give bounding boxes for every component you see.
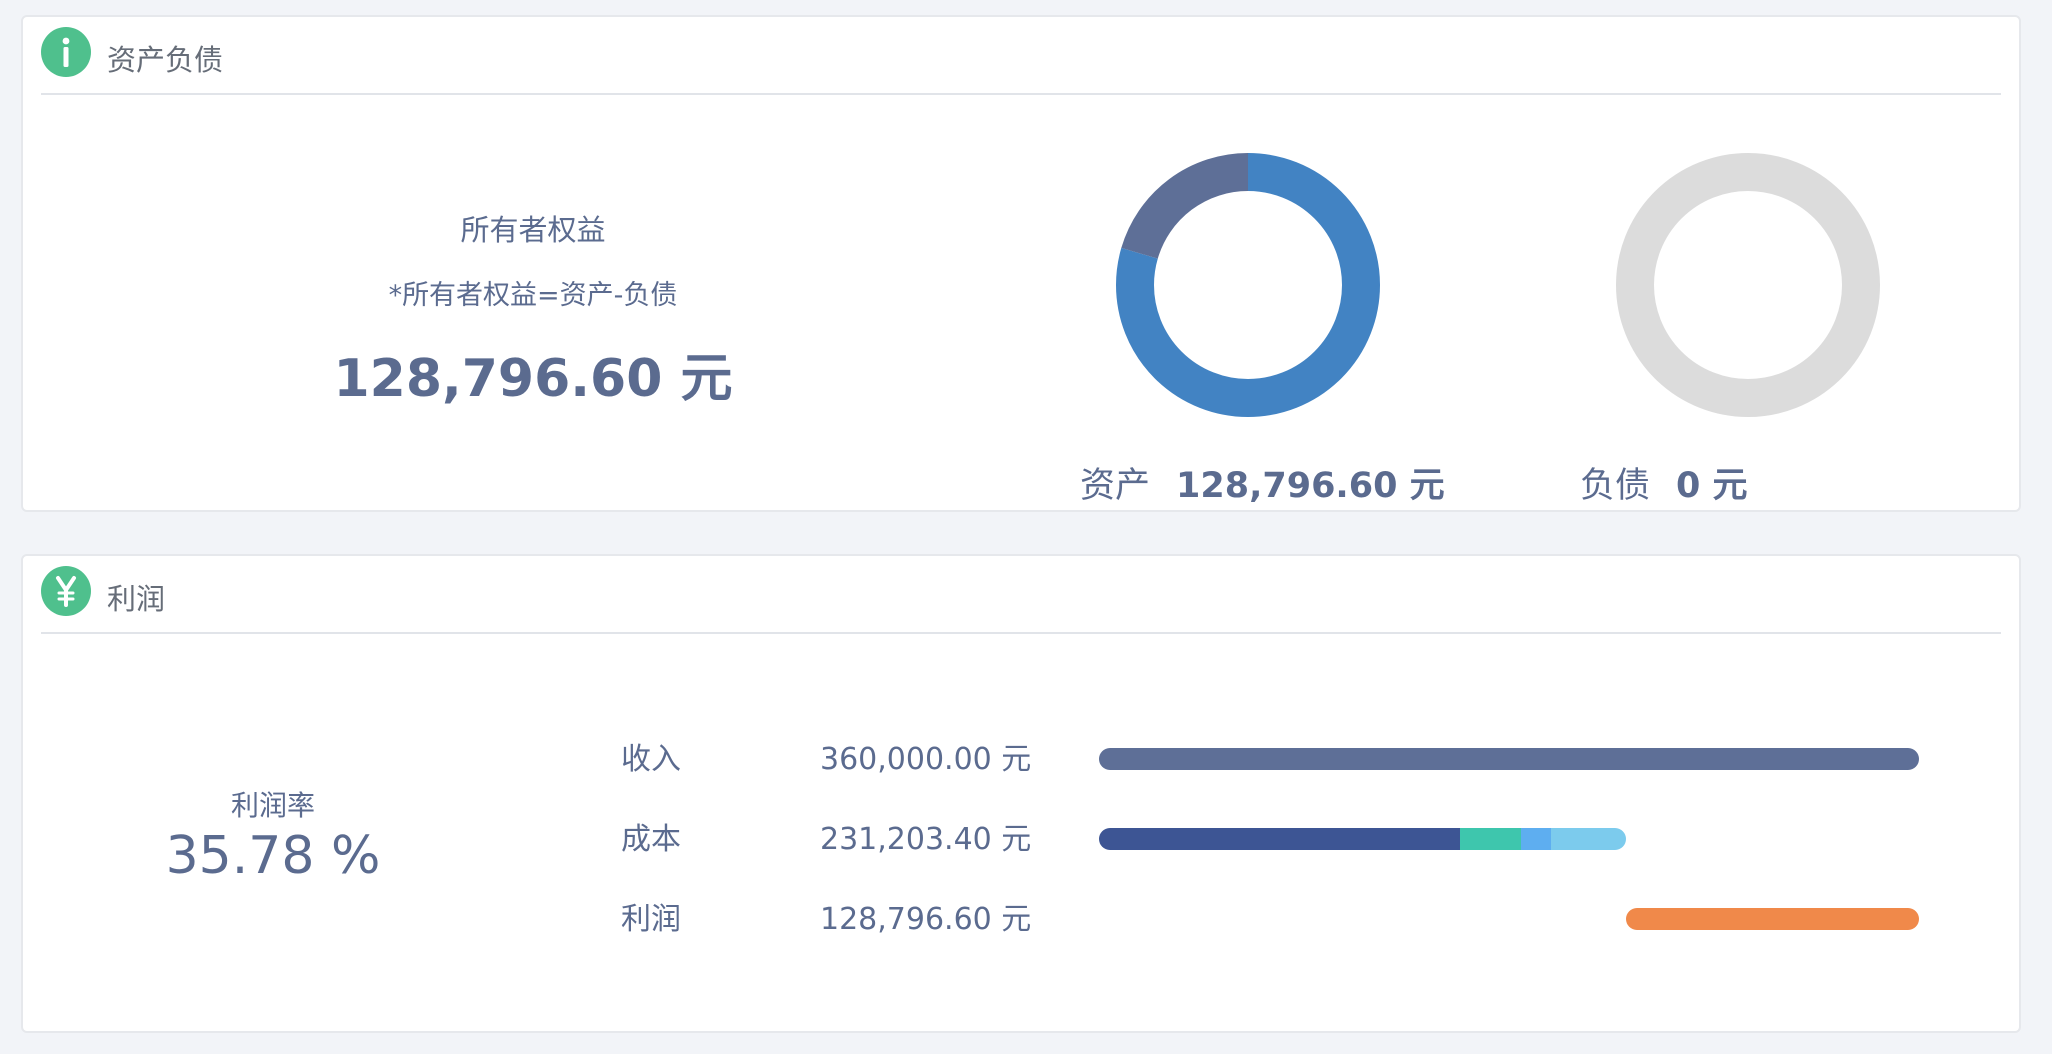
cost-bar-segment-1 [1459, 828, 1521, 850]
equity-block: 所有者权益 *所有者权益=资产-负债 128,796.60 元 [273, 207, 793, 411]
liabilities-value: 0 元 [1676, 466, 1748, 506]
cost-bar [1099, 828, 1919, 850]
profit-panel-header: 利润 [41, 556, 2001, 634]
cost-value: 231,203.40 元 [820, 822, 1032, 857]
equity-formula: *所有者权益=资产-负债 [388, 280, 678, 311]
liabilities-donut-segment-0 [1616, 153, 1880, 417]
profit-rate-block: 利润率 35.78 % [143, 784, 403, 886]
info-icon [41, 27, 91, 77]
income-label: 收入 [621, 742, 681, 777]
income-bar [1099, 748, 1919, 770]
profit-panel: 利润 利润率 35.78 % 收入 360,000.00 元 成本 231,20… [21, 554, 2021, 1033]
profit-title: 利润 [107, 582, 166, 616]
yen-icon [41, 566, 91, 616]
cost-bar-segment-0 [1099, 828, 1460, 850]
balance-panel: 资产负债 所有者权益 *所有者权益=资产-负债 128,796.60 元 资产 1… [21, 15, 2021, 512]
profit-value: 128,796.60 元 [820, 902, 1032, 937]
cost-bar-segment-2 [1520, 828, 1551, 850]
profit-label: 利润 [621, 902, 681, 937]
cost-bar-segment-3 [1550, 828, 1626, 850]
profit-rate-value: 35.78 % [165, 826, 381, 886]
balance-panel-header: 资产负债 [41, 17, 2001, 95]
assets-value: 128,796.60 元 [1176, 466, 1445, 506]
equity-value: 128,796.60 元 [333, 349, 733, 409]
liabilities-caption: 负债 0 元 [1580, 457, 1748, 508]
profit-rate-label: 利润率 [230, 789, 315, 822]
liabilities-donut-chart [1616, 153, 1880, 417]
cost-label: 成本 [621, 822, 681, 857]
liabilities-label: 负债 [1580, 466, 1651, 506]
assets-label: 资产 [1080, 466, 1151, 506]
assets-caption: 资产 128,796.60 元 [1080, 457, 1445, 508]
profit-bar [1099, 908, 1919, 930]
income-bar-fill [1099, 748, 1919, 770]
income-value: 360,000.00 元 [820, 742, 1032, 777]
profit-bar-fill [1625, 908, 1919, 930]
assets-donut-chart [1116, 153, 1380, 417]
equity-label: 所有者权益 [460, 213, 606, 247]
balance-title: 资产负债 [107, 43, 224, 77]
